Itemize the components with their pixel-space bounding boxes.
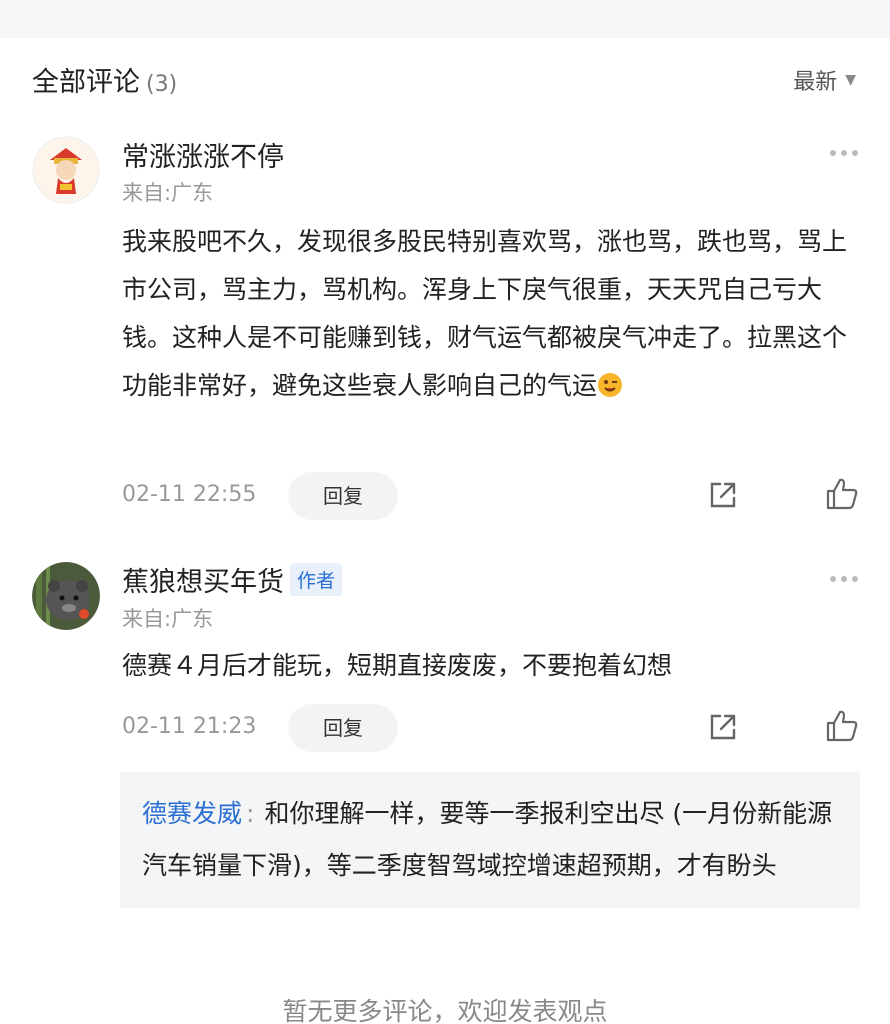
comment-text: 我来股吧不久，发现很多股民特别喜欢骂，涨也骂，跌也骂，骂上市公司，骂主力，骂机构… [122,218,852,410]
comment-text: 德赛４月后才能玩，短期直接废废，不要抱着幻想 [122,651,673,680]
reply-button[interactable]: 回复 [288,472,398,520]
timestamp: 02-11 22:55 [122,482,257,507]
comment-text-content: 我来股吧不久，发现很多股民特别喜欢骂，涨也骂，跌也骂，骂上市公司，骂主力，骂机构… [122,227,848,400]
sort-dropdown[interactable]: 最新 ▼ [793,64,856,96]
top-divider-strip [0,0,890,38]
username[interactable]: 常涨涨涨不停 [122,135,284,174]
comment-actions: 02-11 22:55 回复 [122,472,860,520]
reply-button[interactable]: 回复 [288,704,398,752]
avatar[interactable] [32,136,100,204]
author-badge: 作者 [290,563,343,596]
comments-title-label: 全部评论 [32,67,140,98]
wink-emoji-icon [598,373,623,397]
thumbs-up-icon[interactable] [824,708,860,744]
more-options-icon[interactable] [830,150,858,156]
comments-title: 全部评论 (3) [32,60,177,99]
comment-actions: 02-11 21:23 回复 [122,704,860,752]
avatar[interactable] [32,562,100,630]
caret-down-icon: ▼ [845,72,856,88]
username[interactable]: 蕉狼想买年货 [122,560,284,599]
share-icon[interactable] [706,478,740,512]
reply-username[interactable]: 德赛发威 [142,799,242,828]
timestamp: 02-11 21:23 [122,714,257,739]
no-more-comments-note: 暂无更多评论，欢迎发表观点 [282,997,608,1024]
location: 来自:广东 [122,607,214,631]
sub-reply[interactable]: 德赛发威: 和你理解一样，要等一季报利空出尽 (一月份新能源汽车销量下滑)，等二季… [120,772,860,908]
comment-header: 蕉狼想买年货 作者 [122,560,343,599]
comment-header: 常涨涨涨不停 [122,135,284,174]
sort-label: 最新 [793,70,838,95]
comments-count: (3) [146,72,178,97]
more-options-icon[interactable] [830,576,858,582]
thumbs-up-icon[interactable] [824,476,860,512]
share-icon[interactable] [706,710,740,744]
comments-header: 全部评论 (3) 最新 ▼ [0,38,890,120]
reply-colon: : [246,799,255,828]
location: 来自:广东 [122,181,214,205]
